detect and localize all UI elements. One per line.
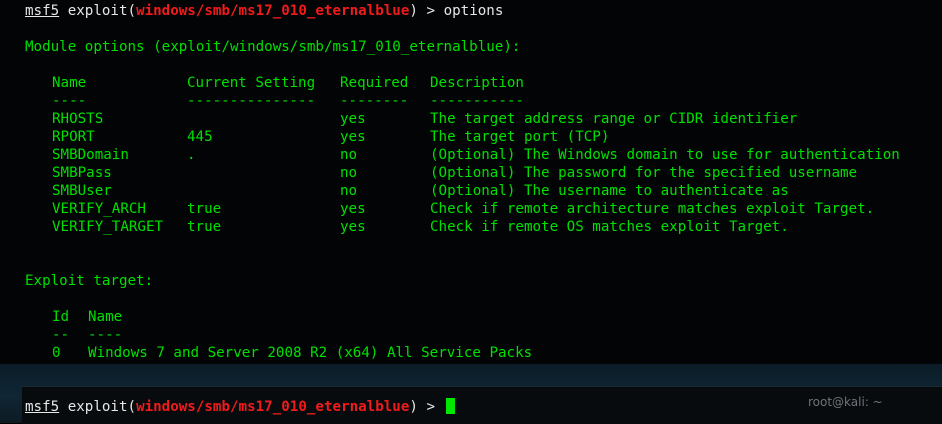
target-name: Windows 7 and Server 2008 R2 (x64) All S… bbox=[88, 345, 533, 361]
prompt-prefix: msf5 bbox=[25, 3, 60, 19]
target-table-separator: -- ---- bbox=[52, 327, 123, 343]
command-line-2[interactable]: msf5 exploit(windows/smb/ms17_010_eterna… bbox=[25, 398, 455, 416]
options-table-separator: ---- --------------- -------- ----------… bbox=[52, 93, 524, 109]
target-table-header: Id Name bbox=[0, 308, 942, 326]
prompt-arrow: > bbox=[426, 399, 436, 415]
exploit-target-header: Exploit target: bbox=[25, 273, 154, 289]
col-header-name: Name bbox=[52, 75, 87, 91]
option-required: no bbox=[340, 147, 358, 163]
entered-command: options bbox=[443, 3, 504, 19]
option-description: Check if remote architecture matches exp… bbox=[430, 201, 875, 217]
col-header-required: Required bbox=[340, 75, 409, 91]
option-name: SMBDomain bbox=[52, 147, 129, 163]
option-setting: 445 bbox=[187, 129, 213, 145]
table-row: VERIFY_TARGET true yes Check if remote O… bbox=[0, 218, 942, 236]
option-name: RHOSTS bbox=[52, 111, 104, 127]
option-required: yes bbox=[340, 201, 366, 217]
prompt-arrow: > bbox=[426, 3, 436, 19]
option-required: yes bbox=[340, 111, 366, 127]
terminal-window[interactable]: root@kali: ~ msf5 exploit(windows/smb/ms… bbox=[0, 0, 942, 424]
option-name: VERIFY_ARCH bbox=[52, 201, 146, 217]
col-header-current-setting: Current Setting bbox=[187, 75, 316, 91]
option-description: The target port (TCP) bbox=[430, 129, 610, 145]
option-setting: true bbox=[187, 219, 222, 235]
option-required: yes bbox=[340, 219, 366, 235]
option-name: VERIFY_TARGET bbox=[52, 219, 164, 235]
option-setting: . bbox=[187, 147, 196, 163]
col-header-target-name: Name bbox=[88, 309, 123, 325]
option-name: SMBPass bbox=[52, 165, 112, 181]
option-name: SMBUser bbox=[52, 183, 112, 199]
option-description: (Optional) The password for the specifie… bbox=[430, 165, 858, 181]
prompt-module-path: windows/smb/ms17_010_eternalblue bbox=[136, 399, 410, 415]
options-table-header: Name Current Setting Required Descriptio… bbox=[0, 74, 942, 92]
option-required: yes bbox=[340, 129, 366, 145]
prompt-module-word: exploit bbox=[67, 3, 128, 19]
option-description: Check if remote OS matches exploit Targe… bbox=[430, 219, 789, 235]
option-description: (Optional) The Windows domain to use for… bbox=[430, 147, 900, 163]
prompt-module-word: exploit bbox=[67, 399, 128, 415]
prompt-prefix: msf5 bbox=[25, 399, 60, 415]
col-header-description: Description bbox=[430, 75, 524, 91]
option-required: no bbox=[340, 165, 358, 181]
table-row: RHOSTS yes The target address range or C… bbox=[0, 110, 942, 128]
table-row: RPORT 445 yes The target port (TCP) bbox=[0, 128, 942, 146]
table-row: SMBPass no (Optional) The password for t… bbox=[0, 164, 942, 182]
table-row: SMBDomain . no (Optional) The Windows do… bbox=[0, 146, 942, 164]
background-window-title: root@kali: ~ bbox=[808, 395, 883, 409]
table-row: SMBUser no (Optional) The username to au… bbox=[0, 182, 942, 200]
option-description: (Optional) The username to authenticate … bbox=[430, 183, 789, 199]
table-row: 0 Windows 7 and Server 2008 R2 (x64) All… bbox=[0, 344, 942, 362]
text-cursor[interactable] bbox=[445, 398, 455, 414]
module-options-header: Module options (exploit/windows/smb/ms17… bbox=[25, 39, 521, 55]
target-id: 0 bbox=[52, 345, 61, 361]
col-header-id: Id bbox=[52, 309, 70, 325]
command-line-1: msf5 exploit(windows/smb/ms17_010_eterna… bbox=[25, 3, 504, 19]
table-row: VERIFY_ARCH true yes Check if remote arc… bbox=[0, 200, 942, 218]
prompt-module-path: windows/smb/ms17_010_eternalblue bbox=[136, 3, 410, 19]
option-setting: true bbox=[187, 201, 222, 217]
option-required: no bbox=[340, 183, 358, 199]
option-description: The target address range or CIDR identif… bbox=[430, 111, 798, 127]
option-name: RPORT bbox=[52, 129, 95, 145]
